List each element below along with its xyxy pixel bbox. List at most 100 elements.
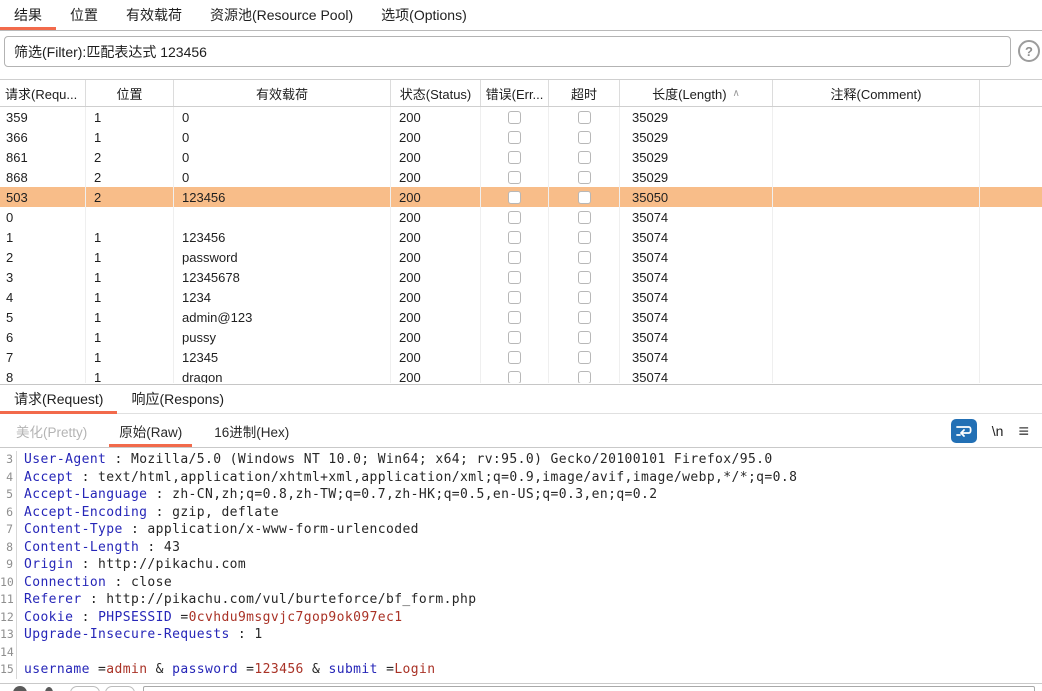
tab-hex[interactable]: 16进制(Hex) — [198, 415, 305, 447]
column-header-spacer[interactable] — [980, 80, 1042, 106]
cell-spacer — [980, 147, 1042, 167]
column-header-status[interactable]: 状态(Status) — [391, 80, 481, 106]
column-header-length[interactable]: 长度(Length) ∧ — [620, 80, 773, 106]
column-header-timeout[interactable]: 超时 — [549, 80, 620, 106]
table-row[interactable]: 7 1 12345 200 35074 — [0, 347, 1042, 367]
table-row[interactable]: 1 1 123456 200 35074 — [0, 227, 1042, 247]
tab-positions[interactable]: 位置 — [56, 0, 112, 30]
results-table-header: 请求(Requ... 位置 有效载荷 状态(Status) 错误(Err... 超时 长度(… — [0, 80, 1042, 107]
error-checkbox[interactable] — [508, 270, 521, 284]
timeout-checkbox[interactable] — [577, 170, 591, 184]
cell-length: 35029 — [620, 107, 773, 127]
cell-timeout — [549, 187, 620, 207]
table-row[interactable]: 0 200 35074 — [0, 207, 1042, 227]
column-header-comment[interactable]: 注释(Comment) — [773, 80, 980, 106]
error-checkbox[interactable] — [508, 110, 521, 124]
timeout-checkbox[interactable] — [577, 270, 591, 284]
table-row[interactable]: 3 1 12345678 200 35074 — [0, 267, 1042, 287]
line-number: 6 — [0, 503, 17, 521]
tab-payloads[interactable]: 有效载荷 — [112, 0, 196, 30]
cell-spacer — [980, 187, 1042, 207]
help-icon[interactable]: ? — [1018, 40, 1040, 62]
error-checkbox[interactable] — [508, 370, 521, 383]
timeout-checkbox[interactable] — [577, 230, 591, 244]
cell-payload: 0 — [174, 147, 391, 167]
token-t: : gzip, deflate — [147, 504, 280, 520]
tab-results[interactable]: 结果 — [0, 0, 56, 30]
timeout-checkbox[interactable] — [577, 110, 591, 124]
line-number: 15 — [0, 661, 17, 679]
token-h: password — [172, 662, 238, 677]
timeout-checkbox[interactable] — [577, 350, 591, 364]
cell-payload: pussy — [174, 327, 391, 347]
column-label-position: 位置 — [116, 86, 143, 102]
timeout-checkbox[interactable] — [577, 330, 591, 344]
error-checkbox[interactable] — [508, 330, 521, 344]
error-checkbox[interactable] — [508, 310, 521, 324]
error-checkbox[interactable] — [508, 210, 521, 224]
table-row[interactable]: 5 1 admin@123 200 35074 — [0, 307, 1042, 327]
column-header-position[interactable]: 位置 — [86, 80, 174, 106]
timeout-checkbox[interactable] — [577, 190, 591, 204]
newline-toggle-icon[interactable]: \n — [992, 423, 1004, 439]
column-header-request[interactable]: 请求(Requ... — [0, 80, 86, 106]
timeout-checkbox[interactable] — [577, 210, 591, 224]
cell-request: 8 — [0, 367, 86, 383]
table-row[interactable]: 4 1 1234 200 35074 — [0, 287, 1042, 307]
search-prev-button[interactable] — [70, 686, 100, 691]
cell-comment — [773, 207, 980, 227]
token-t: : http://pikachu.com — [73, 557, 247, 572]
tab-pretty[interactable]: 美化(Pretty) — [0, 415, 103, 447]
search-input[interactable] — [143, 686, 1035, 691]
timeout-checkbox[interactable] — [577, 150, 591, 164]
table-row[interactable]: 503 2 123456 200 35050 — [0, 187, 1042, 207]
tab-resource-pool[interactable]: 资源池(Resource Pool) — [196, 0, 367, 30]
table-row[interactable]: 868 2 0 200 35029 — [0, 167, 1042, 187]
editor-menu-icon[interactable]: ≡ — [1018, 422, 1029, 440]
cell-comment — [773, 107, 980, 127]
column-header-error[interactable]: 错误(Err... — [481, 80, 549, 106]
tab-raw[interactable]: 原始(Raw) — [103, 415, 198, 447]
error-checkbox[interactable] — [508, 150, 521, 164]
tab-response[interactable]: 响应(Respons) — [117, 385, 238, 413]
search-next-button[interactable] — [105, 686, 135, 691]
table-row[interactable]: 6 1 pussy 200 35074 — [0, 327, 1042, 347]
cell-error — [481, 307, 549, 327]
request-raw-editor[interactable]: 3 User-Agent : Mozilla/5.0 (Windows NT 10… — [0, 448, 1042, 683]
timeout-checkbox[interactable] — [577, 290, 591, 304]
token-t: & — [303, 662, 329, 677]
line-number: 12 — [0, 608, 17, 626]
cell-timeout — [549, 307, 620, 327]
error-checkbox[interactable] — [508, 290, 521, 304]
view-icons: \n ≡ — [950, 415, 1042, 447]
error-checkbox[interactable] — [508, 170, 521, 184]
cell-request: 1 — [0, 227, 86, 247]
token-h: Accept — [24, 469, 74, 485]
cell-comment — [773, 247, 980, 267]
error-checkbox[interactable] — [508, 190, 521, 204]
cell-timeout — [549, 327, 620, 347]
tab-request[interactable]: 请求(Request) — [0, 385, 118, 414]
error-checkbox[interactable] — [508, 130, 521, 144]
table-row[interactable]: 366 1 0 200 35029 — [0, 127, 1042, 147]
table-row[interactable]: 8 1 dragon 200 35074 — [0, 367, 1042, 383]
tab-options[interactable]: 选项(Options) — [367, 0, 481, 30]
search-target-icon[interactable] — [45, 687, 53, 691]
filter-bar[interactable]: 筛选(Filter):匹配表达式 123456 — [4, 36, 1011, 67]
word-wrap-icon[interactable] — [950, 419, 977, 443]
line-code: username =admin & password =123456 & sub… — [17, 661, 435, 679]
table-row[interactable]: 359 1 0 200 35029 — [0, 107, 1042, 127]
error-checkbox[interactable] — [508, 350, 521, 364]
error-checkbox[interactable] — [508, 250, 521, 264]
column-header-payload[interactable]: 有效载荷 — [174, 80, 391, 106]
timeout-checkbox[interactable] — [577, 370, 591, 383]
error-checkbox[interactable] — [508, 230, 521, 244]
timeout-checkbox[interactable] — [577, 130, 591, 144]
table-row[interactable]: 2 1 password 200 35074 — [0, 247, 1042, 267]
timeout-checkbox[interactable] — [577, 310, 591, 324]
line-code: Connection : close — [17, 574, 172, 592]
timeout-checkbox[interactable] — [577, 250, 591, 264]
cell-timeout — [549, 267, 620, 287]
table-row[interactable]: 861 2 0 200 35029 — [0, 147, 1042, 167]
search-settings-icon[interactable] — [13, 686, 27, 691]
